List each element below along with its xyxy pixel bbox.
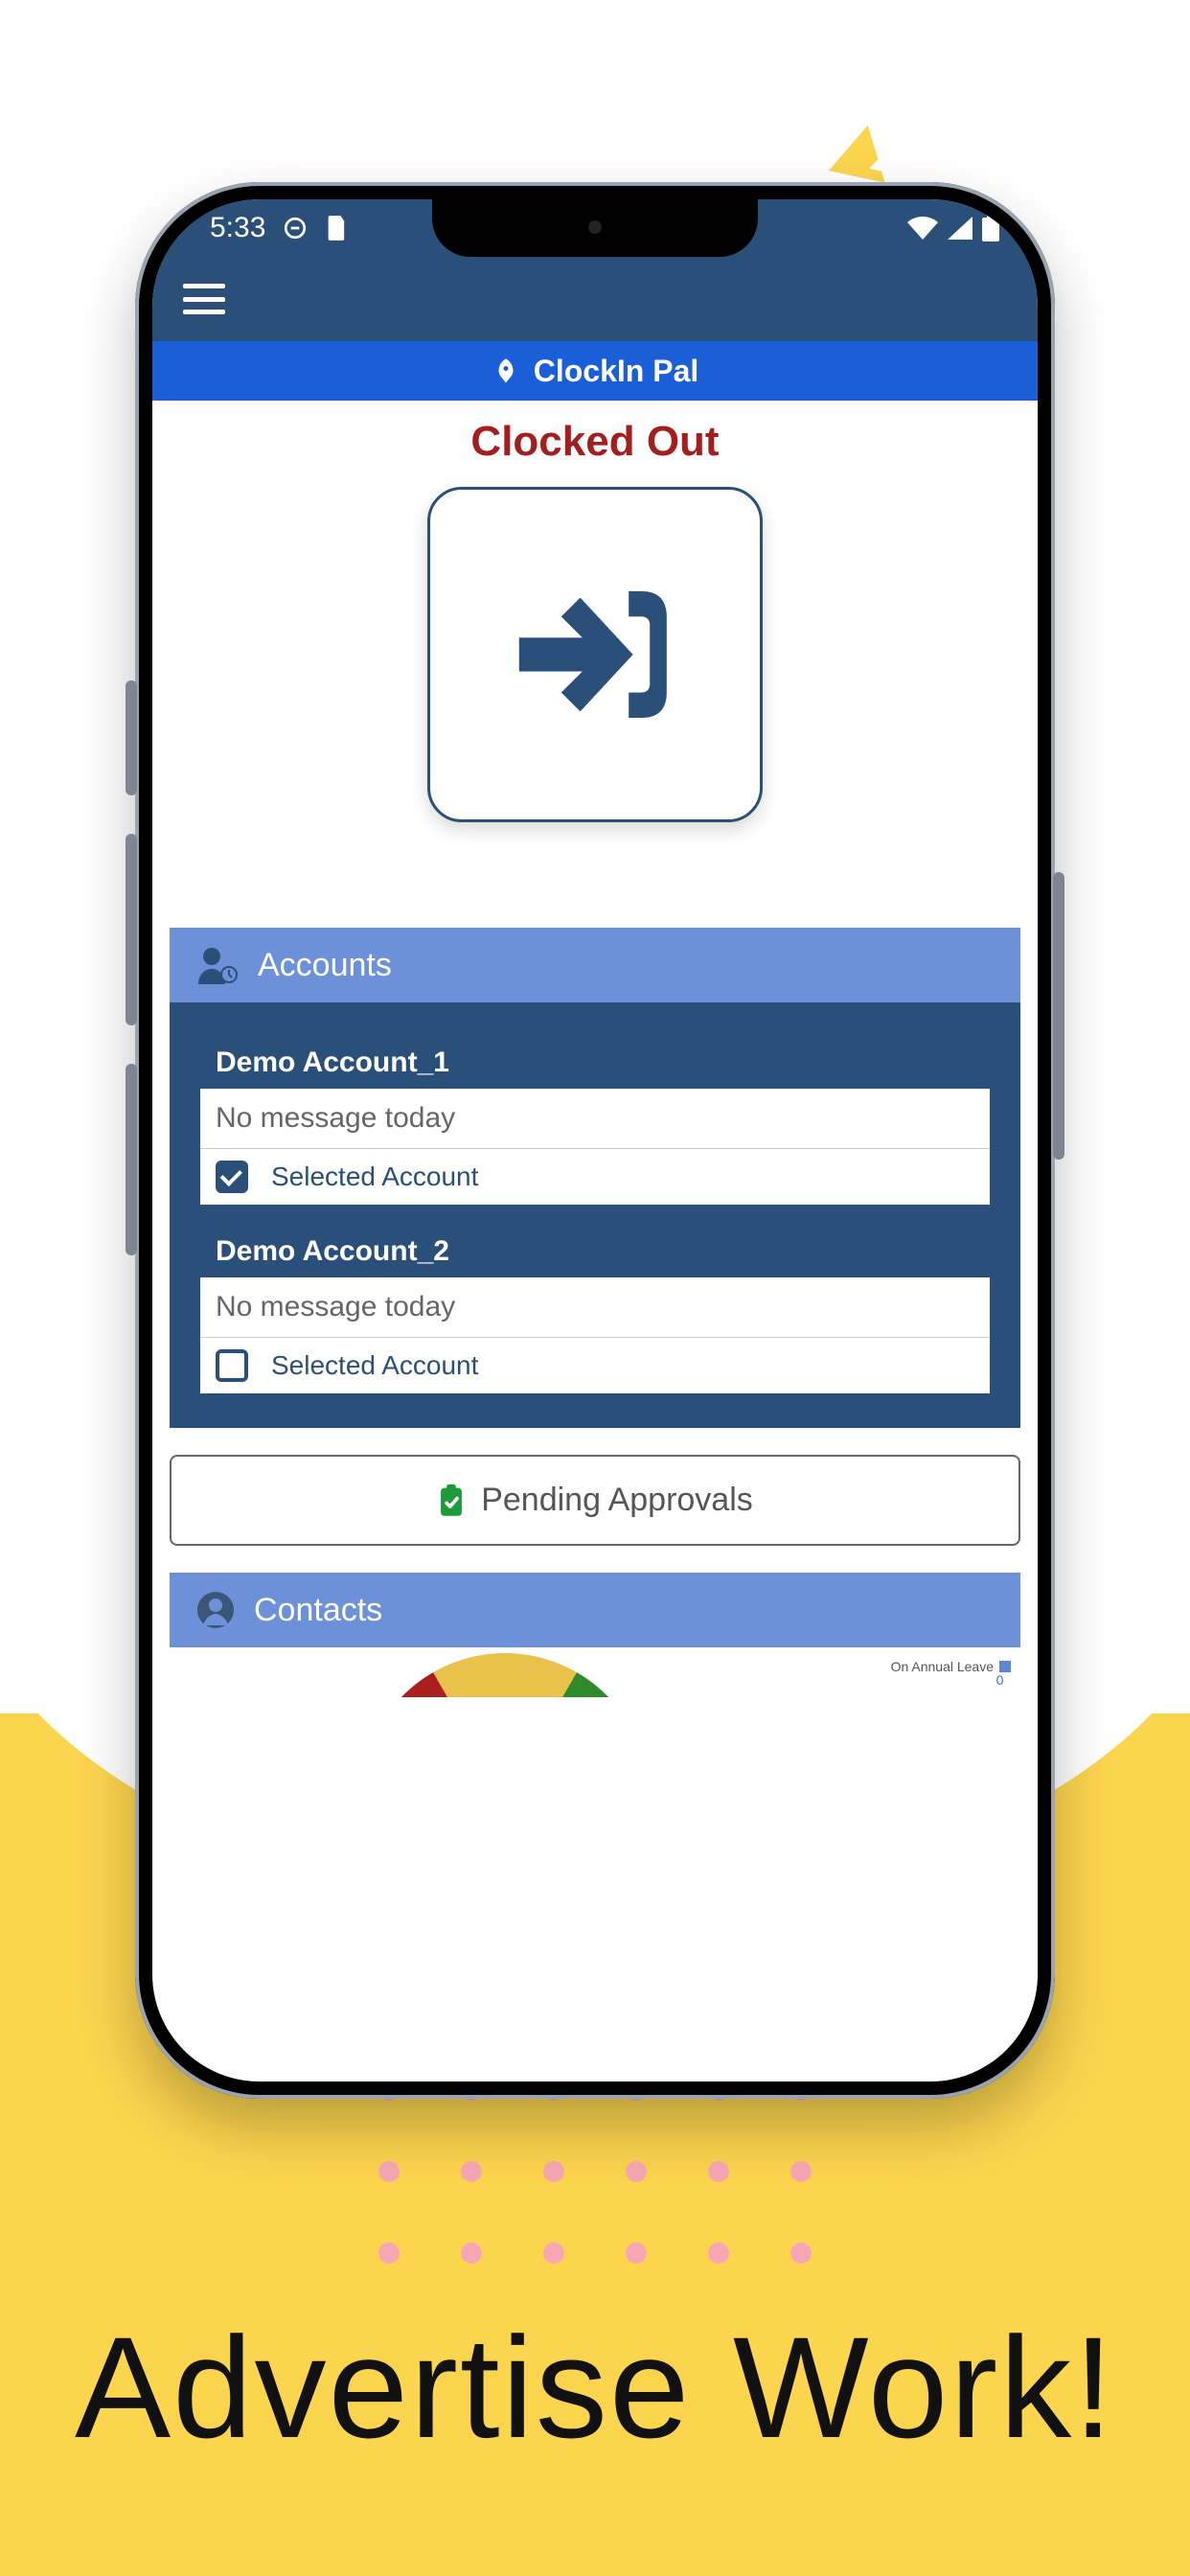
dot-row [0,2161,1190,2182]
sync-icon [283,216,308,241]
person-circle-icon [196,1591,235,1629]
account-item[interactable]: Demo Account_2 No message today Selected… [198,1224,992,1395]
contacts-section-header: Contacts [170,1573,1020,1647]
person-clock-icon [196,946,239,984]
legend-item: On Annual Leave 0 [891,1653,1020,1674]
pending-approvals-label: Pending Approvals [481,1482,753,1519]
battery-icon [982,215,999,242]
legend-swatch [999,1661,1011,1672]
checkbox-checked-icon[interactable] [216,1161,248,1193]
accounts-list: Demo Account_1 No message today Selected… [170,1002,1020,1428]
legend-value: 0 [996,1672,1004,1688]
phone-screen: 5:33 [152,199,1038,2082]
contacts-label: Contacts [254,1592,382,1629]
rocket-icon [492,356,520,385]
status-time: 5:33 [210,212,265,244]
phone-frame: 5:33 [135,182,1055,2099]
phone-notch [432,199,758,257]
account-message: No message today [200,1277,990,1338]
home-indicator [470,2058,720,2066]
app-header [152,257,1038,341]
selected-account-label: Selected Account [271,1162,478,1192]
action-area [152,487,1038,928]
account-select-row[interactable]: Selected Account [200,1149,990,1205]
account-item[interactable]: Demo Account_1 No message today Selected… [198,1035,992,1207]
accounts-label: Accounts [258,947,392,984]
title-bar: ClockIn Pal [152,341,1038,401]
gauge-chart [361,1653,649,1697]
checkbox-unchecked-icon[interactable] [216,1349,248,1382]
app-title: ClockIn Pal [534,354,699,389]
account-message: No message today [200,1089,990,1149]
signal-icon [948,217,973,240]
headline-text: Advertise Work! [0,2305,1190,2471]
dot-row [0,2242,1190,2264]
clipboard-check-icon [437,1484,466,1517]
selected-account-label: Selected Account [271,1350,478,1381]
gauge-row: On Annual Leave 0 [170,1653,1020,1697]
sd-card-icon [325,216,346,241]
account-name: Demo Account_1 [200,1037,990,1089]
sign-in-icon [490,549,700,760]
pending-approvals-button[interactable]: Pending Approvals [170,1455,1020,1546]
wifi-icon [907,217,938,240]
legend-label: On Annual Leave [891,1659,994,1674]
account-select-row[interactable]: Selected Account [200,1338,990,1393]
clock-status-text: Clocked Out [152,401,1038,487]
clock-in-button[interactable] [427,487,763,822]
accounts-section-header: Accounts [170,928,1020,1002]
menu-button[interactable] [183,284,225,314]
account-name: Demo Account_2 [200,1226,990,1277]
